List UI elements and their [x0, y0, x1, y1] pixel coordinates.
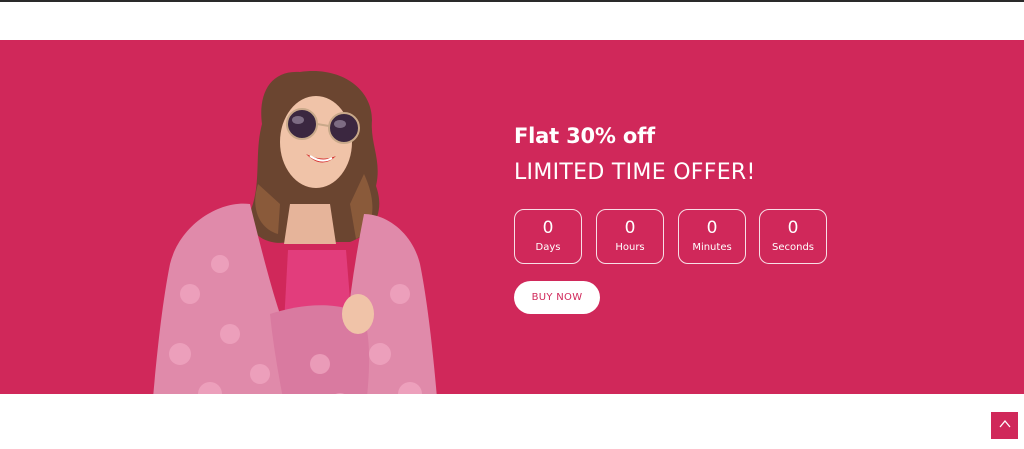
promo-banner: Flat 30% off LIMITED TIME OFFER! 0 Days … — [0, 40, 1024, 394]
countdown-value: 0 — [542, 218, 554, 238]
countdown-label: Minutes — [692, 242, 732, 253]
buy-now-button[interactable]: BUY NOW — [514, 281, 600, 314]
countdown-seconds: 0 Seconds — [759, 209, 827, 264]
countdown-timer: 0 Days 0 Hours 0 Minutes 0 Seconds — [514, 209, 844, 264]
offer-subtitle: LIMITED TIME OFFER! — [514, 160, 756, 185]
countdown-label: Hours — [615, 242, 645, 253]
countdown-value: 0 — [624, 218, 636, 238]
offer-title: Flat 30% off — [514, 124, 655, 148]
countdown-value: 0 — [787, 218, 799, 238]
countdown-value: 0 — [706, 218, 718, 238]
countdown-label: Seconds — [771, 242, 814, 253]
countdown-minutes: 0 Minutes — [678, 209, 746, 264]
header-divider — [0, 0, 1024, 2]
countdown-hours: 0 Hours — [596, 209, 664, 264]
chevron-up-icon — [997, 416, 1013, 436]
countdown-label: Days — [535, 242, 561, 253]
promo-model-image — [150, 64, 440, 394]
countdown-days: 0 Days — [514, 209, 582, 264]
scroll-to-top-button[interactable] — [991, 412, 1018, 439]
